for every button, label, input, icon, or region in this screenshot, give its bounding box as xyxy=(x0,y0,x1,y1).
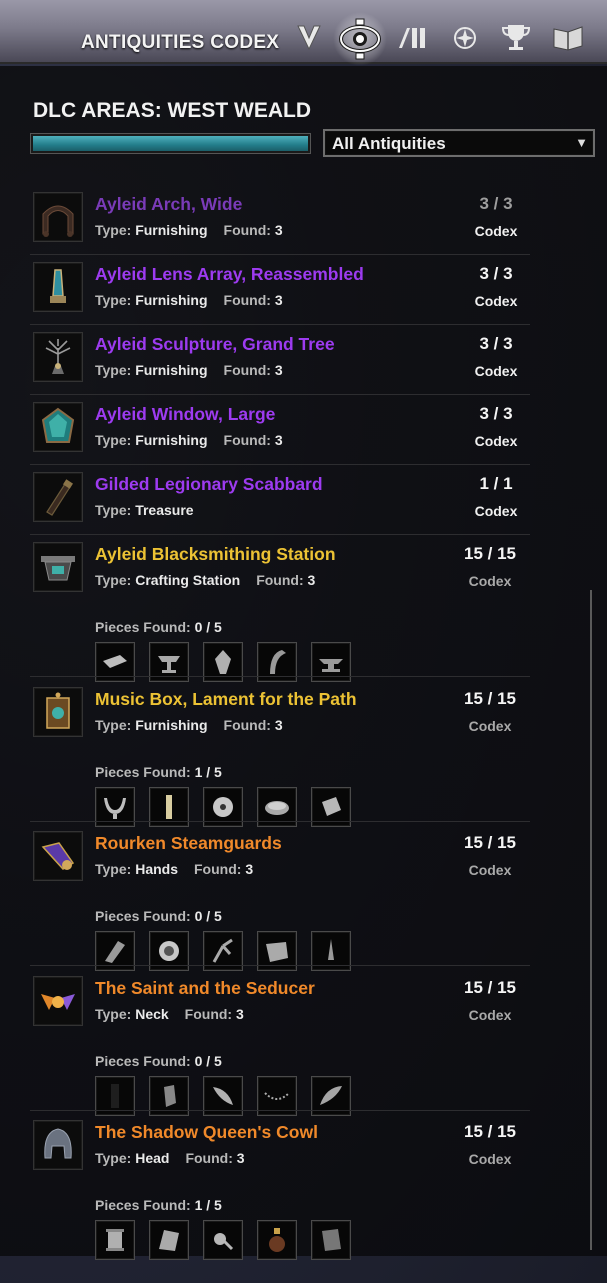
codex-count: 1 / 1 xyxy=(479,474,513,493)
codex-label[interactable]: Codex xyxy=(455,718,525,734)
book-icon[interactable] xyxy=(549,18,587,56)
hood-fragment-icon[interactable] xyxy=(311,1220,351,1260)
antiquity-entry[interactable]: Ayleid Arch, Wide Type: Furnishing Found:… xyxy=(30,192,530,255)
antiquity-entry[interactable]: Ayleid Sculpture, Grand Tree Type: Furni… xyxy=(30,332,530,395)
trophy-icon[interactable] xyxy=(497,18,535,56)
codex-count: 15 / 15 xyxy=(464,833,516,852)
sculpture-tree-icon xyxy=(33,332,83,382)
ayleid-window-icon xyxy=(33,402,83,452)
pieces-found: Pieces Found: 0 / 5 xyxy=(95,908,222,924)
area-progress-bar xyxy=(31,134,310,153)
top-bar: ANTIQUITIES CODEX xyxy=(0,0,607,66)
list-scrollbar[interactable] xyxy=(590,590,592,1250)
codex-label[interactable]: Codex xyxy=(461,363,531,379)
pieces-found: Pieces Found: 1 / 5 xyxy=(95,1197,222,1213)
divider xyxy=(30,464,530,465)
antiquity-set-entry[interactable]: Ayleid Blacksmithing Station Type: Craft… xyxy=(30,542,530,682)
antiquity-set-entry[interactable]: The Saint and the Seducer Type: Neck Foun… xyxy=(30,976,530,1116)
divider xyxy=(30,676,530,677)
antiquity-meta: Type: Treasure xyxy=(95,502,194,518)
pieces-found: Pieces Found: 0 / 5 xyxy=(95,1053,222,1069)
codex-label[interactable]: Codex xyxy=(461,503,531,519)
antiquity-name: Ayleid Sculpture, Grand Tree xyxy=(95,334,335,354)
scabbard-icon xyxy=(33,472,83,522)
antiquity-entry[interactable]: Ayleid Window, Large Type: Furnishing Fou… xyxy=(30,402,530,465)
antiquity-entry[interactable]: Gilded Legionary Scabbard Type: Treasure… xyxy=(30,472,530,535)
blacksmithing-station-icon xyxy=(33,542,83,592)
antiquity-meta: Type: Neck Found: 3 xyxy=(95,1006,244,1022)
codex-label[interactable]: Codex xyxy=(455,862,525,878)
codex-label[interactable]: Codex xyxy=(461,223,531,239)
antiquity-name: Music Box, Lament for the Path xyxy=(95,689,357,709)
antiquity-name: Ayleid Blacksmithing Station xyxy=(95,544,336,564)
divider xyxy=(30,1110,530,1111)
antiquity-set-entry[interactable]: The Shadow Queen's Cowl Type: Head Found:… xyxy=(30,1120,530,1260)
antiquity-name: The Shadow Queen's Cowl xyxy=(95,1122,318,1142)
divider xyxy=(30,254,530,255)
antiquity-meta: Type: Hands Found: 3 xyxy=(95,861,254,877)
divider xyxy=(30,534,530,535)
codex-label[interactable]: Codex xyxy=(461,433,531,449)
cloth-icon[interactable] xyxy=(149,1220,189,1260)
codex-count: 15 / 15 xyxy=(464,689,516,708)
codex-count: 15 / 15 xyxy=(464,978,516,997)
codex-label[interactable]: Codex xyxy=(461,293,531,309)
chevron-down-icon[interactable]: ▼ xyxy=(575,135,588,150)
codex-count: 3 / 3 xyxy=(479,264,513,283)
piece-slots xyxy=(95,1220,351,1260)
antiquity-name: Ayleid Lens Array, Reassembled xyxy=(95,264,364,284)
antiquity-meta: Type: Furnishing Found: 3 xyxy=(95,292,283,308)
codex-count: 15 / 15 xyxy=(464,1122,516,1141)
antiquity-name: Ayleid Window, Large xyxy=(95,404,276,424)
antiquity-name: The Saint and the Seducer xyxy=(95,978,315,998)
area-title: DLC AREAS: WEST WEALD xyxy=(33,99,312,122)
music-box-icon xyxy=(33,687,83,737)
antiquity-meta: Type: Furnishing Found: 3 xyxy=(95,432,283,448)
antiquity-name: Rourken Steamguards xyxy=(95,833,282,853)
codex-count: 3 / 3 xyxy=(479,334,513,353)
codex-count: 3 / 3 xyxy=(479,194,513,213)
antiquity-name: Gilded Legionary Scabbard xyxy=(95,474,323,494)
codex-label[interactable]: Codex xyxy=(455,1007,525,1023)
antiquity-set-entry[interactable]: Music Box, Lament for the Path Type: Fur… xyxy=(30,687,530,827)
antiquity-meta: Type: Crafting Station Found: 3 xyxy=(95,572,316,588)
divider xyxy=(30,821,530,822)
filter-selected-value: All Antiquities xyxy=(332,134,446,153)
antiquity-set-entry[interactable]: Rourken Steamguards Type: Hands Found: 3 … xyxy=(30,831,530,971)
codex-count: 15 / 15 xyxy=(464,544,516,563)
codex-eye-icon[interactable] xyxy=(333,12,387,66)
codex-label[interactable]: Codex xyxy=(455,1151,525,1167)
window-title: ANTIQUITIES CODEX xyxy=(81,32,280,53)
area-progress-fill xyxy=(33,136,308,151)
codex-count: 3 / 3 xyxy=(479,404,513,423)
antiquity-meta: Type: Head Found: 3 xyxy=(95,1150,245,1166)
ayleid-arch-icon xyxy=(33,192,83,242)
antiquity-meta: Type: Furnishing Found: 3 xyxy=(95,362,283,378)
antiquity-name: Ayleid Arch, Wide xyxy=(95,194,243,214)
lens-array-icon xyxy=(33,262,83,312)
shadow-queen-cowl-icon xyxy=(33,1120,83,1170)
clasp-icon[interactable] xyxy=(203,1220,243,1260)
pieces-found: Pieces Found: 1 / 5 xyxy=(95,764,222,780)
steamguards-icon xyxy=(33,831,83,881)
skill-icon[interactable] xyxy=(446,18,484,56)
codex-label[interactable]: Codex xyxy=(455,573,525,589)
potion-icon[interactable] xyxy=(257,1220,297,1260)
divider xyxy=(30,965,530,966)
pieces-found: Pieces Found: 0 / 5 xyxy=(95,619,222,635)
antiquity-entry[interactable]: Ayleid Lens Array, Reassembled Type: Fur… xyxy=(30,262,530,325)
antiquity-filter-dropdown[interactable]: All Antiquities ▼ xyxy=(323,129,595,157)
scrying-icon[interactable] xyxy=(290,18,328,56)
spool-icon[interactable] xyxy=(95,1220,135,1260)
saint-seducer-amulet-icon xyxy=(33,976,83,1026)
antiquity-meta: Type: Furnishing Found: 3 xyxy=(95,222,283,238)
divider xyxy=(30,394,530,395)
antiquity-meta: Type: Furnishing Found: 3 xyxy=(95,717,283,733)
divider xyxy=(30,324,530,325)
leads-icon[interactable] xyxy=(393,18,431,56)
